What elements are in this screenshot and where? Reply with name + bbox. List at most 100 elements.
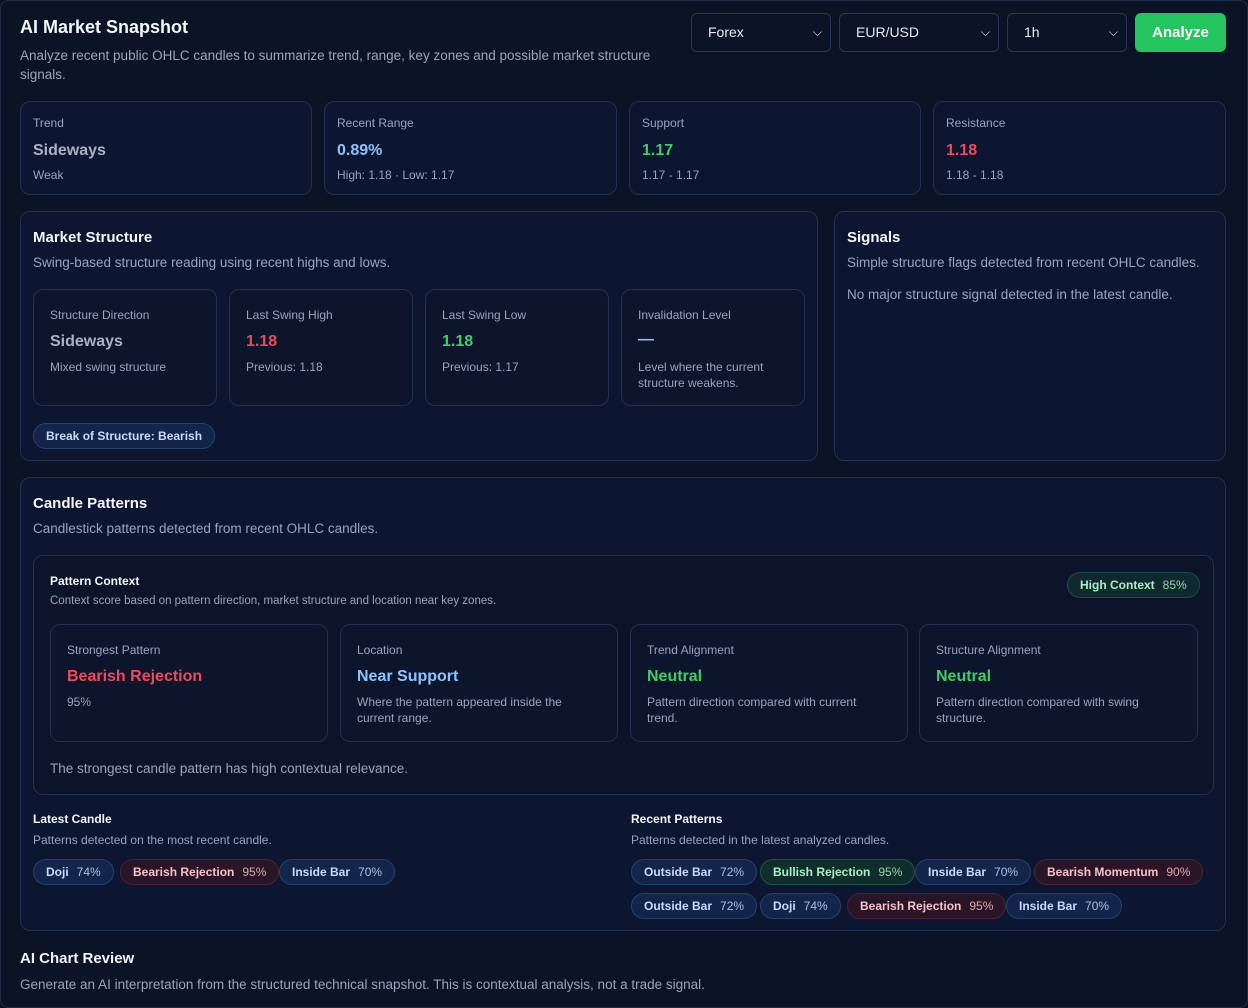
section-title: Candle Patterns bbox=[33, 495, 148, 512]
section-subtitle: Candlestick patterns detected from recen… bbox=[33, 521, 379, 536]
context-title: Pattern Context bbox=[50, 574, 140, 588]
card-value: Neutral bbox=[647, 668, 703, 685]
stat-detail: High: 1.18 · Low: 1.17 bbox=[337, 168, 455, 182]
pattern-pill: Inside Bar 70% bbox=[915, 859, 1032, 885]
stat-label: Recent Range bbox=[337, 116, 414, 130]
stat-card-resistance: Resistance 1.18 1.18 - 1.18 bbox=[933, 101, 1226, 195]
pill-pct: 95% bbox=[878, 865, 903, 879]
pill-pct: 70% bbox=[1085, 899, 1110, 913]
pill-pct: 90% bbox=[1166, 865, 1191, 879]
pill-pct: 74% bbox=[76, 865, 101, 879]
high-context-badge: High Context 85% bbox=[1067, 572, 1200, 598]
card-value: — bbox=[638, 331, 654, 348]
market-select[interactable]: Forex ⌵ bbox=[691, 13, 831, 52]
card-label: Last Swing Low bbox=[442, 308, 527, 322]
card-detail: Mixed swing structure bbox=[50, 360, 167, 374]
card-value: Sideways bbox=[50, 333, 123, 350]
card-label: Trend Alignment bbox=[647, 643, 734, 657]
timeframe-select-value: 1h bbox=[1024, 24, 1040, 40]
pill-name: Outside Bar bbox=[644, 899, 713, 913]
card-label: Structure Alignment bbox=[936, 643, 1041, 657]
symbol-select[interactable]: EUR/USD ⌵ bbox=[839, 13, 999, 52]
latest-candle-title: Latest Candle bbox=[33, 812, 112, 826]
pill-name: Bearish Rejection bbox=[133, 865, 235, 879]
badge-pct: 85% bbox=[1162, 578, 1187, 592]
card-detail: Pattern direction compared with swing st… bbox=[936, 695, 1139, 725]
stat-detail: Weak bbox=[33, 168, 64, 182]
ai-review-subtitle: Generate an AI interpretation from the s… bbox=[20, 977, 705, 992]
card-value: 1.18 bbox=[442, 333, 474, 350]
pill-name: Inside Bar bbox=[1019, 899, 1078, 913]
pill-pct: 95% bbox=[969, 899, 994, 913]
stat-card-support: Support 1.17 1.17 - 1.17 bbox=[629, 101, 921, 195]
pill-pct: 72% bbox=[720, 899, 745, 913]
signals-empty-text: No major structure signal detected in th… bbox=[847, 287, 1173, 302]
card-label: Structure Direction bbox=[50, 308, 150, 322]
stat-label: Resistance bbox=[946, 116, 1006, 130]
card-detail: 95% bbox=[67, 695, 92, 709]
strongest-pattern-card: Strongest Pattern Bearish Rejection 95% bbox=[50, 624, 328, 742]
signals-panel: Signals Simple structure flags detected … bbox=[834, 211, 1226, 461]
stat-card-trend: Trend Sideways Weak bbox=[20, 101, 312, 195]
structure-alignment-card: Structure Alignment Neutral Pattern dire… bbox=[919, 624, 1198, 742]
badge-label: High Context bbox=[1080, 578, 1155, 592]
card-value: 1.18 bbox=[246, 333, 278, 350]
stat-label: Support bbox=[642, 116, 685, 130]
card-detail: Pattern direction compared with current … bbox=[647, 695, 857, 725]
invalidation-level-card: Invalidation Level — Level where the cur… bbox=[621, 289, 805, 406]
pill-pct: 72% bbox=[720, 865, 745, 879]
stat-value: Sideways bbox=[33, 142, 106, 159]
pill-name: Inside Bar bbox=[928, 865, 987, 879]
section-subtitle: Swing-based structure reading using rece… bbox=[33, 255, 391, 270]
card-detail: Previous: 1.18 bbox=[246, 360, 323, 374]
card-value: Neutral bbox=[936, 668, 992, 685]
pill-name: Outside Bar bbox=[644, 865, 713, 879]
pattern-pill: Inside Bar 70% bbox=[279, 859, 396, 885]
card-detail: Where the pattern appeared inside the cu… bbox=[357, 695, 562, 725]
symbol-select-value: EUR/USD bbox=[856, 24, 920, 40]
pill-name: Bearish Rejection bbox=[860, 899, 962, 913]
latest-candle-subtitle: Patterns detected on the most recent can… bbox=[33, 833, 272, 847]
structure-direction-card: Structure Direction Sideways Mixed swing… bbox=[33, 289, 217, 406]
stat-card-range: Recent Range 0.89% High: 1.18 · Low: 1.1… bbox=[324, 101, 617, 195]
stat-value: 0.89% bbox=[337, 142, 383, 159]
pattern-pill: Inside Bar 70% bbox=[1006, 893, 1123, 919]
pill-pct: 70% bbox=[358, 865, 383, 879]
chevron-down-icon: ⌵ bbox=[812, 25, 822, 39]
last-swing-low-card: Last Swing Low 1.18 Previous: 1.17 bbox=[425, 289, 609, 406]
timeframe-select[interactable]: 1h ⌵ bbox=[1007, 13, 1127, 52]
stat-label: Trend bbox=[33, 116, 64, 130]
pattern-pill: Bearish Rejection 95% bbox=[120, 859, 280, 885]
last-swing-high-card: Last Swing High 1.18 Previous: 1.18 bbox=[229, 289, 413, 406]
stat-detail: 1.18 - 1.18 bbox=[946, 168, 1004, 182]
card-detail: Previous: 1.17 bbox=[442, 360, 519, 374]
pattern-context-panel: Pattern Context Context score based on p… bbox=[33, 555, 1214, 795]
card-detail: Level where the current structure weaken… bbox=[638, 360, 764, 390]
pill-pct: 95% bbox=[242, 865, 267, 879]
pattern-pill: Doji 74% bbox=[33, 859, 114, 885]
pill-pct: 70% bbox=[994, 865, 1019, 879]
pattern-pill: Bearish Momentum 90% bbox=[1034, 859, 1204, 885]
pill-name: Doji bbox=[773, 899, 796, 913]
stat-value: 1.17 bbox=[642, 142, 674, 159]
pill-name: Doji bbox=[46, 865, 69, 879]
section-title: Signals bbox=[847, 229, 901, 246]
analyze-button[interactable]: Analyze bbox=[1135, 13, 1226, 52]
stat-value: 1.18 bbox=[946, 142, 978, 159]
pill-pct: 74% bbox=[803, 899, 828, 913]
chevron-down-icon: ⌵ bbox=[1108, 25, 1118, 39]
context-subtitle: Context score based on pattern direction… bbox=[50, 595, 497, 607]
pattern-pill: Doji 74% bbox=[760, 893, 841, 919]
market-structure-panel: Market Structure Swing-based structure r… bbox=[20, 211, 818, 461]
recent-patterns-title: Recent Patterns bbox=[631, 812, 723, 826]
card-label: Invalidation Level bbox=[638, 308, 731, 322]
stat-detail: 1.17 - 1.17 bbox=[642, 168, 700, 182]
recent-patterns-subtitle: Patterns detected in the latest analyzed… bbox=[631, 833, 890, 847]
card-value: Bearish Rejection bbox=[67, 668, 203, 685]
pattern-pill: Outside Bar 72% bbox=[631, 893, 758, 919]
card-label: Strongest Pattern bbox=[67, 643, 161, 657]
pill-name: Bullish Rejection bbox=[773, 865, 871, 879]
bos-badge: Break of Structure: Bearish bbox=[33, 423, 216, 449]
location-card: Location Near Support Where the pattern … bbox=[340, 624, 618, 742]
section-title: Market Structure bbox=[33, 229, 153, 246]
